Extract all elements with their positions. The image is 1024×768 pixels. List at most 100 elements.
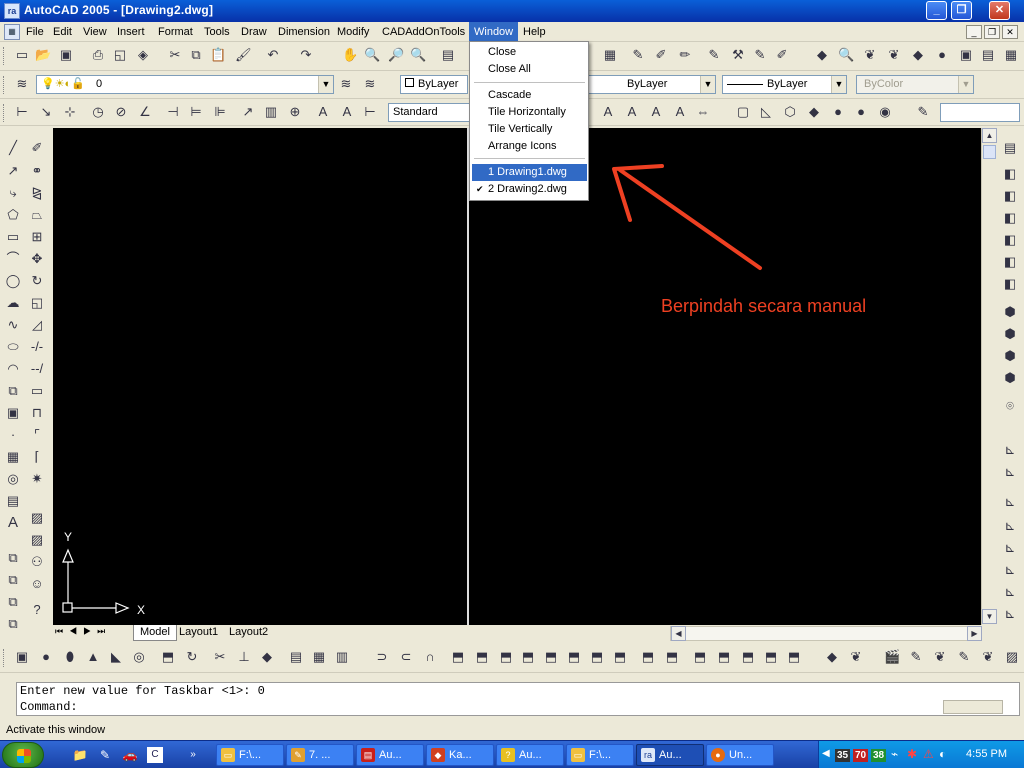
setup-drawing-icon[interactable]: ▤	[288, 649, 304, 665]
shell-icon[interactable]: ⬒	[763, 649, 779, 665]
fog-icon[interactable]: ✎	[956, 649, 972, 665]
nw-iso-icon[interactable]: ⬢	[1002, 370, 1018, 386]
ucs-icon-c[interactable]: ⊾	[1002, 494, 1018, 510]
scroll-thumb[interactable]	[983, 145, 996, 159]
lights-icon[interactable]: 🎬	[884, 649, 900, 665]
imprint-icon[interactable]: ⬒	[692, 649, 708, 665]
ucs-icon-f[interactable]: ⊾	[1002, 562, 1018, 578]
horizontal-scrollbar[interactable]: ◀ ▶	[670, 626, 982, 641]
menu-item-arrange-icons[interactable]: Arrange Icons	[472, 138, 587, 155]
command-scrollbar[interactable]	[943, 700, 1003, 714]
clean-icon[interactable]: ⬒	[716, 649, 732, 665]
setup-profile-icon[interactable]: ▥	[334, 649, 350, 665]
quicklaunch-icon-3[interactable]: C	[147, 747, 163, 763]
cone-solid-icon[interactable]: ▲	[85, 649, 101, 665]
setup-view-icon[interactable]: ▦	[311, 649, 327, 665]
tab-navigation-icon[interactable]: ⏮◀▶⏭	[55, 626, 111, 637]
taskbar-button-3[interactable]: ◆ Ka...	[426, 744, 494, 766]
back-view-icon[interactable]: ◧	[1002, 276, 1018, 292]
background-icon[interactable]: ▨	[1004, 649, 1020, 665]
section-icon[interactable]: ⊥	[236, 649, 252, 665]
menu-item-close-all[interactable]: Close All	[472, 61, 587, 78]
scroll-down-icon[interactable]: ▼	[982, 609, 997, 624]
security-icon[interactable]: ⚠	[923, 747, 934, 761]
taper-faces-icon[interactable]: ⬒	[566, 649, 582, 665]
menu-item-cascade[interactable]: Cascade	[472, 87, 587, 104]
separate-icon[interactable]: ⬒	[740, 649, 756, 665]
ne-iso-icon[interactable]: ⬢	[1002, 348, 1018, 364]
camera-icon[interactable]: ⌾	[1002, 398, 1018, 414]
taskbar-button-1[interactable]: ✎ 7. ...	[286, 744, 354, 766]
front-view-icon[interactable]: ◧	[1002, 254, 1018, 270]
ucs-icon-b[interactable]: ⊾	[1002, 464, 1018, 480]
scroll-right-icon[interactable]: ▶	[967, 626, 982, 641]
quicklaunch-icon-2[interactable]: 🚗	[122, 747, 138, 763]
command-window[interactable]: Enter new value for Taskbar <1>: 0 Comma…	[16, 682, 1020, 716]
box-solid-icon[interactable]: ▣	[14, 649, 30, 665]
bottom-view-icon[interactable]: ◧	[1002, 188, 1018, 204]
union-icon[interactable]: ⊃	[374, 649, 390, 665]
taskbar-button-5[interactable]: ▭ F:\...	[566, 744, 634, 766]
start-button[interactable]	[2, 742, 44, 768]
taskbar-button-0[interactable]: ▭ F:\...	[216, 744, 284, 766]
tray-badge-2[interactable]: 38	[871, 749, 887, 762]
ucs-icon-h[interactable]: ⊾	[1002, 606, 1018, 622]
menu-item-tile-horizontally[interactable]: Tile Horizontally	[472, 104, 587, 121]
offset-faces-icon[interactable]: ⬒	[498, 649, 514, 665]
torus-solid-icon[interactable]: ◎	[131, 649, 147, 665]
delete-faces-icon[interactable]: ⬒	[520, 649, 536, 665]
antivirus-icon[interactable]: ✱	[907, 747, 917, 761]
ucs-icon-g[interactable]: ⊾	[1002, 584, 1018, 600]
menu-item-tile-vertically[interactable]: Tile Vertically	[472, 121, 587, 138]
taskbar-button-4[interactable]: ? Au...	[496, 744, 564, 766]
vertical-scrollbar[interactable]: ▲ ▼	[981, 128, 997, 625]
taskbar-button-2[interactable]: ▤ Au...	[356, 744, 424, 766]
revolve-icon[interactable]: ↻	[184, 649, 200, 665]
tray-badge-0[interactable]: 35	[835, 749, 851, 762]
sphere-solid-icon[interactable]: ●	[38, 649, 54, 665]
taskbar-button-6[interactable]: ra Au...	[636, 744, 704, 766]
top-view-icon[interactable]: ◧	[1002, 166, 1018, 182]
landscape-new-icon[interactable]: ❦	[980, 649, 996, 665]
sw-iso-icon[interactable]: ⬢	[1002, 304, 1018, 320]
wedge-solid-icon[interactable]: ◣	[108, 649, 124, 665]
ucs-icon-a[interactable]: ⊾	[1002, 442, 1018, 458]
landscape-icon[interactable]: ❦	[932, 649, 948, 665]
intersect-icon[interactable]: ∩	[422, 649, 438, 665]
folder-icon[interactable]: 📁	[72, 747, 88, 763]
quicklaunch-icon[interactable]: ✎	[97, 747, 113, 763]
tab-model[interactable]: Model	[133, 625, 177, 641]
left-view-icon[interactable]: ◧	[1002, 210, 1018, 226]
materials-icon[interactable]: ✎	[908, 649, 924, 665]
scroll-left-icon[interactable]: ◀	[671, 626, 686, 641]
network-icon[interactable]: ⌁	[891, 747, 898, 761]
named-views-icon[interactable]: ▤	[1002, 140, 1018, 156]
command-prompt[interactable]: Command:	[20, 699, 1019, 715]
subtract-icon[interactable]: ⊂	[398, 649, 414, 665]
cylinder-solid-icon[interactable]: ⬮	[62, 649, 78, 665]
taskbar-button-7[interactable]: ● Un...	[706, 744, 774, 766]
rotate-faces-icon[interactable]: ⬒	[543, 649, 559, 665]
slice-icon[interactable]: ✂	[212, 649, 228, 665]
clock[interactable]: 4:55 PM	[966, 748, 1007, 760]
copy-faces-icon[interactable]: ⬒	[589, 649, 605, 665]
se-iso-icon[interactable]: ⬢	[1002, 326, 1018, 342]
color-faces-icon[interactable]: ⬒	[612, 649, 628, 665]
scroll-up-icon[interactable]: ▲	[982, 128, 997, 143]
extrude-faces-icon[interactable]: ⬒	[450, 649, 466, 665]
menu-item-drawing2[interactable]: ✔ 2 Drawing2.dwg	[472, 181, 587, 198]
extrude-icon[interactable]: ⬒	[160, 649, 176, 665]
tray-badge-1[interactable]: 70	[853, 749, 869, 762]
scene-icon[interactable]: ❦	[848, 649, 864, 665]
tray-expand-icon[interactable]: ◀	[822, 748, 830, 759]
check-icon[interactable]: ⬒	[786, 649, 802, 665]
copy-edges-icon[interactable]: ⬒	[640, 649, 656, 665]
ucs-icon-e[interactable]: ⊾	[1002, 540, 1018, 556]
move-faces-icon[interactable]: ⬒	[474, 649, 490, 665]
menu-item-close[interactable]: Close	[472, 44, 587, 61]
right-view-icon[interactable]: ◧	[1002, 232, 1018, 248]
interference-icon[interactable]: ◆	[259, 649, 275, 665]
tab-layout1[interactable]: Layout1	[173, 625, 224, 641]
chevron-right-icon[interactable]: »	[185, 747, 201, 763]
volume-icon[interactable]: ◐	[939, 747, 946, 761]
